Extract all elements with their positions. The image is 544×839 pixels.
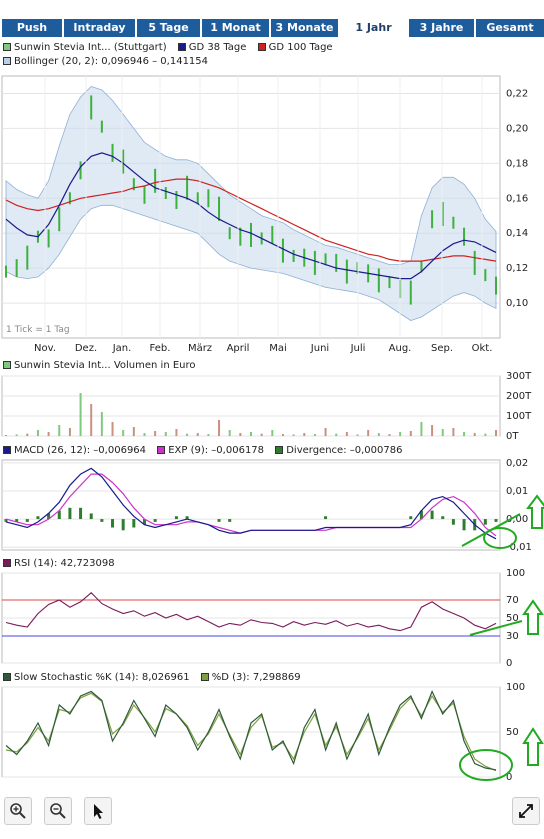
y-tick-label: 70 [506,595,519,606]
zoom-out-icon [50,803,66,819]
legend-item: Divergence: –0,000786 [275,445,402,456]
y-tick-label: 0T [506,431,519,440]
y-tick-label: 0,02 [506,458,528,469]
tab-intraday[interactable]: Intraday [64,19,137,37]
legend-label: Sunwin Stevia Int... Volumen in Euro [14,360,196,371]
legend-item: GD 38 Tage [177,42,247,53]
y-tick-label: 300T [506,372,532,382]
y-tick-label: 0,22 [506,88,528,99]
expand-button[interactable] [512,797,540,825]
expand-icon [519,804,533,818]
legend-label: GD 38 Tage [188,42,247,53]
legend-item: Bollinger (20, 2): 0,096946 – 0,141154 [3,56,208,67]
plot-area [1,375,501,437]
tab-3-monate[interactable]: 3 Monate [271,19,340,37]
y-tick-label: 100T [506,411,532,422]
x-tick-label: Okt. [472,343,493,354]
price-chart[interactable]: 0,22 0,20 0,18 0,16 0,14 0,12 0,10 Nov. Dez. Jan.… [0,70,544,356]
y-tick-label: 50 [506,727,519,738]
legend-swatch [200,673,209,681]
macd-chart[interactable]: 0,020,010,00-0,01 [0,456,544,554]
tab-1-monat[interactable]: 1 Monat [202,19,271,37]
legend-swatch [3,446,11,454]
legend-item: %D (3): 7,298869 [200,672,301,683]
legend-swatch [257,43,266,51]
tab-gesamt[interactable]: Gesamt [476,19,544,37]
tick-note: 1 Tick = 1 Tag [6,325,70,335]
x-tick-label: Mai [269,343,287,354]
x-tick-label: Jan. [112,343,132,354]
legend-swatch [3,361,11,369]
y-tick-label: 0 [506,658,512,667]
x-tick-label: April [227,343,250,354]
y-tick-label: 200T [506,391,532,402]
y-tick-label: 0,16 [506,193,528,204]
legend-item: RSI (14): 42,723098 [3,558,115,569]
tab-3-jahre[interactable]: 3 Jahre [409,19,476,37]
annotation-arrow-up [526,494,544,529]
bollinger-legend: Bollinger (20, 2): 0,096946 – 0,141154 [3,56,216,67]
legend-item: GD 100 Tage [257,42,333,53]
annotation-arrow-up [522,599,544,635]
y-tick-label: 100 [506,569,525,579]
x-tick-label: Dez. [75,343,97,354]
zoom-in-icon [10,803,26,819]
zoom-out-button[interactable] [44,797,72,825]
legend-item: Sunwin Stevia Int... (Stuttgart) [3,42,167,53]
x-tick-label: Feb. [150,343,171,354]
x-tick-label: Sep. [431,343,453,354]
y-tick-label: 100 [506,683,525,693]
legend-item: Sunwin Stevia Int... Volumen in Euro [3,360,196,371]
legend-swatch [177,43,186,51]
plot-area [1,459,501,551]
y-tick-label: 30 [506,631,519,642]
legend-label: Divergence: –0,000786 [286,445,403,456]
zoom-in-button[interactable] [4,797,32,825]
x-tick-label: März [188,343,212,354]
legend-item: Slow Stochastic %K (14): 8,026961 [3,672,190,683]
legend-swatch [275,446,284,454]
legend-label: GD 100 Tage [268,42,333,53]
y-tick-label: 0,20 [506,123,528,134]
volume-chart[interactable]: 300T 200T 100T 0T [0,372,544,440]
legend-label: Bollinger (20, 2): 0,096946 – 0,141154 [14,56,209,67]
legend-swatch [157,446,166,454]
y-tick-label: 0,18 [506,158,528,169]
stoch-legend: Slow Stochastic %K (14): 8,026961 %D (3)… [3,672,309,683]
volume-legend: Sunwin Stevia Int... Volumen in Euro [3,360,204,371]
y-tick-label: 0,12 [506,263,528,274]
rsi-chart[interactable]: 1007050300 [0,569,544,667]
legend-swatch [3,43,11,51]
tab-push[interactable]: Push [2,19,64,37]
legend-label: Slow Stochastic %K (14): 8,026961 [14,672,190,683]
pointer-icon [94,804,103,819]
legend-swatch [3,559,11,567]
legend-label: RSI (14): 42,723098 [14,558,115,569]
x-tick-label: Juni [310,343,329,354]
annotation-arrow-up [522,727,544,766]
tab-5-tage[interactable]: 5 Tage [137,19,202,37]
pointer-button[interactable] [84,797,112,825]
legend-item: MACD (26, 12): –0,006964 [3,445,146,456]
x-tick-label: Aug. [389,343,412,354]
legend-swatch [3,57,11,65]
legend-label: EXP (9): –0,006178 [168,445,265,456]
y-tick-label: 0,10 [506,298,528,309]
price-legend: Sunwin Stevia Int... (Stuttgart) GD 38 T… [3,42,341,53]
tab-bar: Push Intraday 5 Tage 1 Monat 3 Monate 1 … [0,0,544,38]
legend-label: MACD (26, 12): –0,006964 [14,445,147,456]
tab-1-jahr[interactable]: 1 Jahr [340,19,409,38]
y-tick-label: 0,14 [506,228,528,239]
x-tick-label: Nov. [34,343,56,354]
stoch-chart[interactable]: 100500 [0,683,544,783]
y-tick-label: -0,01 [506,542,532,553]
legend-swatch [3,673,11,681]
x-tick-label: Juli [350,343,366,354]
rsi-legend: RSI (14): 42,723098 [3,558,123,569]
y-tick-label: 0,01 [506,486,528,497]
macd-legend: MACD (26, 12): –0,006964 EXP (9): –0,006… [3,445,410,456]
legend-label: Sunwin Stevia Int... (Stuttgart) [14,42,167,53]
legend-label: %D (3): 7,298869 [211,672,301,683]
legend-item: EXP (9): –0,006178 [157,445,264,456]
